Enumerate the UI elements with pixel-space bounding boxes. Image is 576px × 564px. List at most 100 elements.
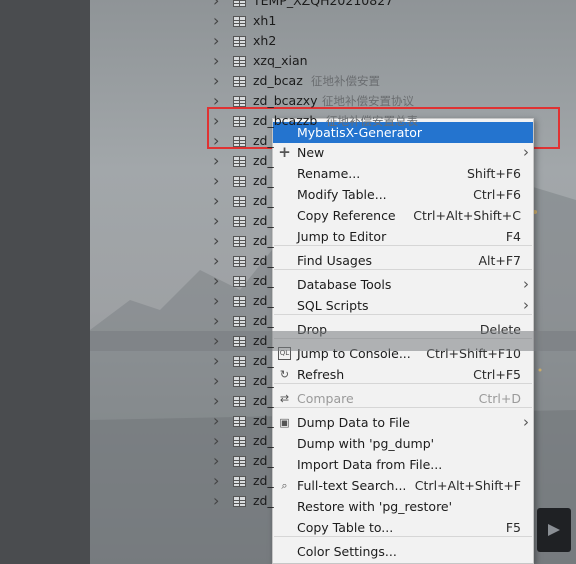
chevron-right-icon[interactable]: › bbox=[213, 71, 223, 91]
table-name: zd_ bbox=[253, 493, 274, 508]
tree-row[interactable] bbox=[90, 251, 576, 271]
chevron-right-icon[interactable]: › bbox=[213, 11, 223, 31]
chevron-right-icon[interactable]: › bbox=[213, 91, 223, 111]
table-name: zd_ bbox=[253, 393, 274, 408]
tree-row[interactable] bbox=[90, 331, 576, 351]
table-name: zd_ bbox=[253, 373, 274, 388]
chevron-right-icon[interactable]: › bbox=[213, 31, 223, 51]
table-icon bbox=[233, 156, 246, 167]
chevron-right-icon[interactable]: › bbox=[213, 351, 223, 371]
table-name: zd_ bbox=[253, 173, 274, 188]
table-icon bbox=[233, 216, 246, 227]
chevron-right-icon[interactable]: › bbox=[213, 471, 223, 491]
table-icon bbox=[233, 376, 246, 387]
app-corner-logo bbox=[537, 508, 571, 552]
chevron-right-icon[interactable]: › bbox=[213, 191, 223, 211]
tree-row[interactable] bbox=[90, 371, 576, 391]
table-name: TEMP_XZQH20210827 bbox=[253, 0, 394, 8]
table-icon bbox=[233, 196, 246, 207]
tree-row[interactable] bbox=[90, 191, 576, 211]
chevron-right-icon[interactable]: › bbox=[213, 231, 223, 251]
tree-row[interactable] bbox=[90, 11, 576, 31]
table-icon bbox=[233, 356, 246, 367]
table-name: xh2 bbox=[253, 33, 277, 48]
chevron-right-icon[interactable]: › bbox=[213, 411, 223, 431]
chevron-right-icon[interactable]: › bbox=[213, 51, 223, 71]
table-name: zd_ bbox=[253, 333, 274, 348]
tree-row[interactable] bbox=[90, 351, 576, 371]
chevron-right-icon[interactable]: › bbox=[213, 171, 223, 191]
table-name: zd_ bbox=[253, 193, 274, 208]
table-name: zd_ bbox=[253, 313, 274, 328]
chevron-right-icon[interactable]: › bbox=[213, 111, 223, 131]
table-icon bbox=[233, 296, 246, 307]
tree-row[interactable] bbox=[90, 391, 576, 411]
menu-item-color-settings[interactable]: Color Settings... bbox=[273, 541, 533, 562]
table-icon bbox=[233, 316, 246, 327]
tree-row[interactable] bbox=[90, 51, 576, 71]
chevron-right-icon[interactable]: › bbox=[213, 291, 223, 311]
table-name: zd_ bbox=[253, 273, 274, 288]
chevron-right-icon[interactable]: › bbox=[213, 431, 223, 451]
menu-item-copy-table-to[interactable]: Copy Table to... F5 bbox=[273, 517, 533, 538]
table-name: zd_ bbox=[253, 293, 274, 308]
table-icon bbox=[233, 456, 246, 467]
table-icon bbox=[233, 396, 246, 407]
chevron-right-icon[interactable]: › bbox=[213, 491, 223, 511]
chevron-right-icon[interactable]: › bbox=[213, 131, 223, 151]
menu-item-label: Color Settings... bbox=[297, 544, 397, 559]
table-name: zd_ bbox=[253, 253, 274, 268]
chevron-right-icon[interactable]: › bbox=[213, 311, 223, 331]
chevron-right-icon[interactable]: › bbox=[213, 271, 223, 291]
chevron-right-icon[interactable]: › bbox=[213, 451, 223, 471]
chevron-right-icon[interactable]: › bbox=[213, 391, 223, 411]
table-icon bbox=[233, 16, 246, 27]
table-name: zd_ bbox=[253, 153, 274, 168]
table-name: zd_ bbox=[253, 413, 274, 428]
tree-row[interactable] bbox=[90, 151, 576, 171]
table-comment: 征地补偿安置总表 bbox=[326, 114, 418, 128]
tree-row[interactable] bbox=[90, 431, 576, 451]
tree-row[interactable] bbox=[90, 171, 576, 191]
chevron-right-icon[interactable]: › bbox=[213, 151, 223, 171]
table-icon bbox=[233, 416, 246, 427]
tree-row[interactable] bbox=[90, 131, 576, 151]
table-icon bbox=[233, 496, 246, 507]
tree-row[interactable] bbox=[90, 411, 576, 431]
chevron-right-icon[interactable]: › bbox=[213, 371, 223, 391]
table-icon bbox=[233, 36, 246, 47]
table-icon bbox=[233, 276, 246, 287]
table-name: zd_bcazxy bbox=[253, 93, 318, 108]
table-icon bbox=[233, 176, 246, 187]
tree-row[interactable] bbox=[90, 231, 576, 251]
table-name: zd_bcaz bbox=[253, 73, 303, 88]
table-name: xh1 bbox=[253, 13, 277, 28]
menu-item-label: Copy Table to... bbox=[297, 520, 394, 535]
chevron-right-icon[interactable]: › bbox=[213, 331, 223, 351]
table-icon bbox=[233, 336, 246, 347]
table-icon bbox=[233, 0, 246, 7]
chevron-right-icon[interactable]: › bbox=[213, 0, 223, 11]
left-tool-strip bbox=[0, 0, 90, 564]
tree-row[interactable] bbox=[90, 271, 576, 291]
table-icon bbox=[233, 96, 246, 107]
tree-row[interactable] bbox=[90, 311, 576, 331]
table-icon bbox=[233, 136, 246, 147]
table-name: zd_ bbox=[253, 133, 274, 148]
tree-row[interactable] bbox=[90, 471, 576, 491]
chevron-right-icon[interactable]: › bbox=[213, 211, 223, 231]
table-name: zd_ bbox=[253, 473, 274, 488]
table-icon bbox=[233, 116, 246, 127]
logo-icon bbox=[548, 524, 560, 536]
table-icon bbox=[233, 436, 246, 447]
chevron-right-icon[interactable]: › bbox=[213, 251, 223, 271]
table-name: xzq_xian bbox=[253, 53, 308, 68]
table-icon bbox=[233, 236, 246, 247]
tree-row[interactable] bbox=[90, 31, 576, 51]
table-name: zd_ bbox=[253, 233, 274, 248]
table-icon bbox=[233, 256, 246, 267]
tree-row[interactable] bbox=[90, 491, 576, 511]
tree-row[interactable] bbox=[90, 211, 576, 231]
tree-row[interactable] bbox=[90, 451, 576, 471]
tree-row[interactable] bbox=[90, 291, 576, 311]
